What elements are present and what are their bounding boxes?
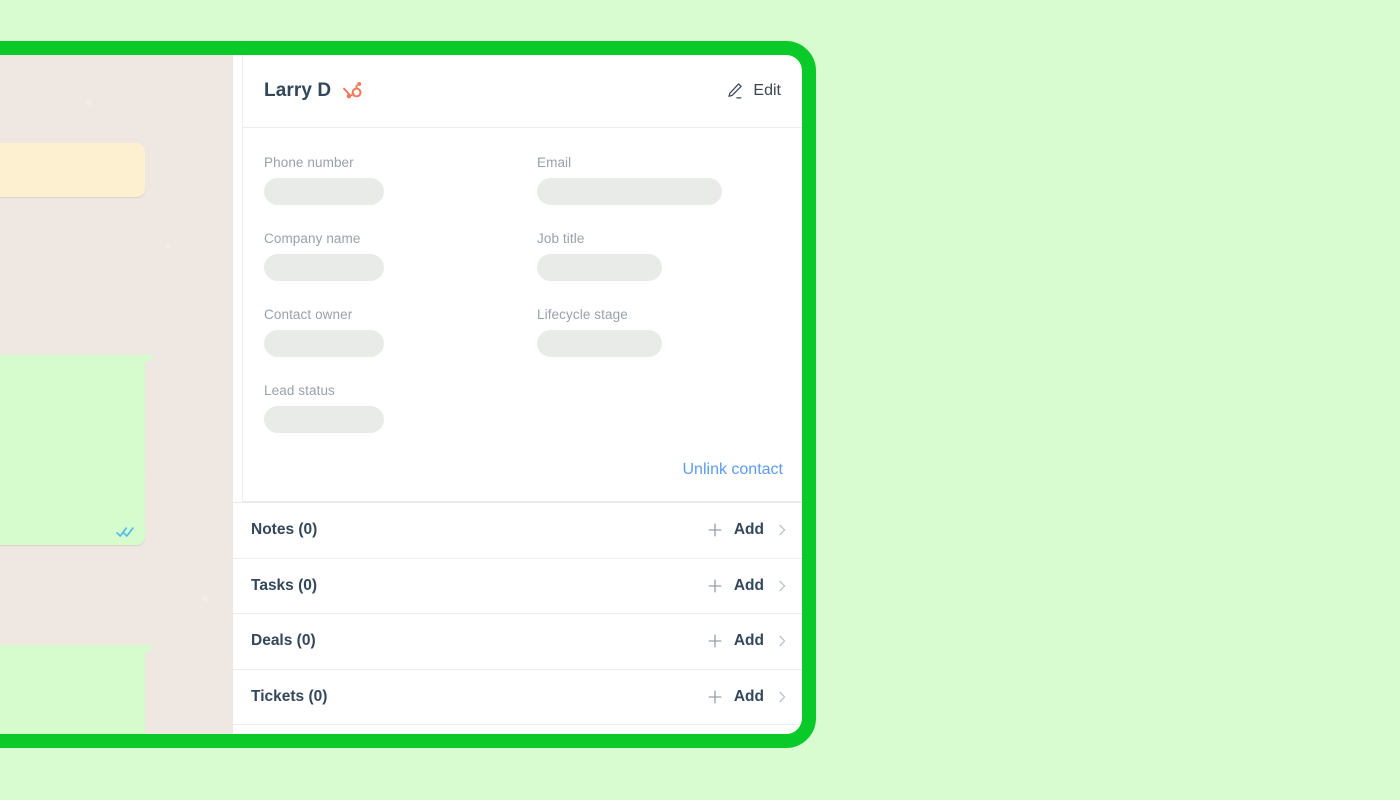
chevron-right-icon[interactable]: [775, 579, 789, 593]
association-add-label[interactable]: Add: [734, 632, 764, 650]
edit-button-label: Edit: [753, 82, 781, 99]
chat-bubble-system: [0, 143, 145, 197]
association-actions: Add: [707, 521, 789, 539]
association-actions: Add: [707, 632, 789, 650]
edit-button[interactable]: Edit: [726, 82, 781, 100]
chat-bubble-outgoing[interactable]: [0, 355, 154, 545]
contact-properties-grid: Phone number Email Company name Job titl…: [243, 128, 802, 459]
contact-card: Larry D Edit Phone number Email Company …: [242, 55, 802, 502]
property-value-skeleton[interactable]: [537, 178, 722, 205]
property-lifecycle-stage: Lifecycle stage: [537, 307, 781, 357]
property-company-name: Company name: [264, 231, 508, 281]
association-title: Notes (0): [251, 521, 318, 539]
chevron-right-icon[interactable]: [775, 690, 789, 704]
associations-list: Notes (0) Add Tasks (0) Add Deals (0) Ad…: [233, 502, 802, 725]
pencil-icon: [726, 82, 744, 100]
contact-title-group: Larry D: [264, 80, 363, 102]
association-add-label[interactable]: Add: [734, 521, 764, 539]
property-phone-number: Phone number: [264, 155, 508, 205]
chat-conversation-area[interactable]: [0, 55, 233, 735]
property-lead-status: Lead status: [264, 383, 508, 433]
association-actions: Add: [707, 577, 789, 595]
contact-panel-header: Larry D Edit: [243, 55, 802, 128]
contact-details-panel: Larry D Edit Phone number Email Company …: [233, 55, 802, 735]
association-actions: Add: [707, 688, 789, 706]
property-label: Lifecycle stage: [537, 307, 628, 322]
property-label: Company name: [264, 231, 361, 246]
property-job-title: Job title: [537, 231, 781, 281]
property-value-skeleton[interactable]: [264, 330, 384, 357]
bubble-tail: [144, 355, 154, 365]
app-window: Larry D Edit Phone number Email Company …: [0, 55, 802, 735]
plus-icon[interactable]: [707, 633, 723, 649]
plus-icon[interactable]: [707, 578, 723, 594]
property-label: Lead status: [264, 383, 335, 398]
property-value-skeleton[interactable]: [264, 178, 384, 205]
property-value-skeleton[interactable]: [537, 254, 662, 281]
plus-icon[interactable]: [707, 522, 723, 538]
chevron-right-icon[interactable]: [775, 634, 789, 648]
association-row-notes[interactable]: Notes (0) Add: [233, 503, 802, 559]
chevron-right-icon[interactable]: [775, 523, 789, 537]
property-label: Job title: [537, 231, 585, 246]
contact-name: Larry D: [264, 80, 332, 101]
chat-bubble-outgoing[interactable]: [0, 645, 154, 735]
association-add-label[interactable]: Add: [734, 577, 764, 595]
property-email: Email: [537, 155, 781, 205]
unlink-contact-link[interactable]: Unlink contact: [683, 461, 784, 479]
association-row-tasks[interactable]: Tasks (0) Add: [233, 558, 802, 614]
property-value-skeleton[interactable]: [264, 254, 384, 281]
association-add-label[interactable]: Add: [734, 688, 764, 706]
association-title: Tickets (0): [251, 687, 328, 705]
property-label: Phone number: [264, 155, 354, 170]
unlink-contact-row: Unlink contact: [243, 459, 802, 501]
property-label: Email: [537, 155, 572, 170]
property-contact-owner: Contact owner: [264, 307, 508, 357]
property-value-skeleton[interactable]: [537, 330, 662, 357]
hubspot-sprocket-icon: [341, 80, 363, 102]
property-label: Contact owner: [264, 307, 353, 322]
association-title: Tasks (0): [251, 576, 318, 594]
bubble-tail: [144, 645, 154, 655]
property-value-skeleton[interactable]: [264, 406, 384, 433]
association-title: Deals (0): [251, 632, 316, 650]
plus-icon[interactable]: [707, 689, 723, 705]
association-row-deals[interactable]: Deals (0) Add: [233, 614, 802, 670]
read-double-check-icon: [116, 526, 135, 538]
association-row-tickets[interactable]: Tickets (0) Add: [233, 669, 802, 725]
